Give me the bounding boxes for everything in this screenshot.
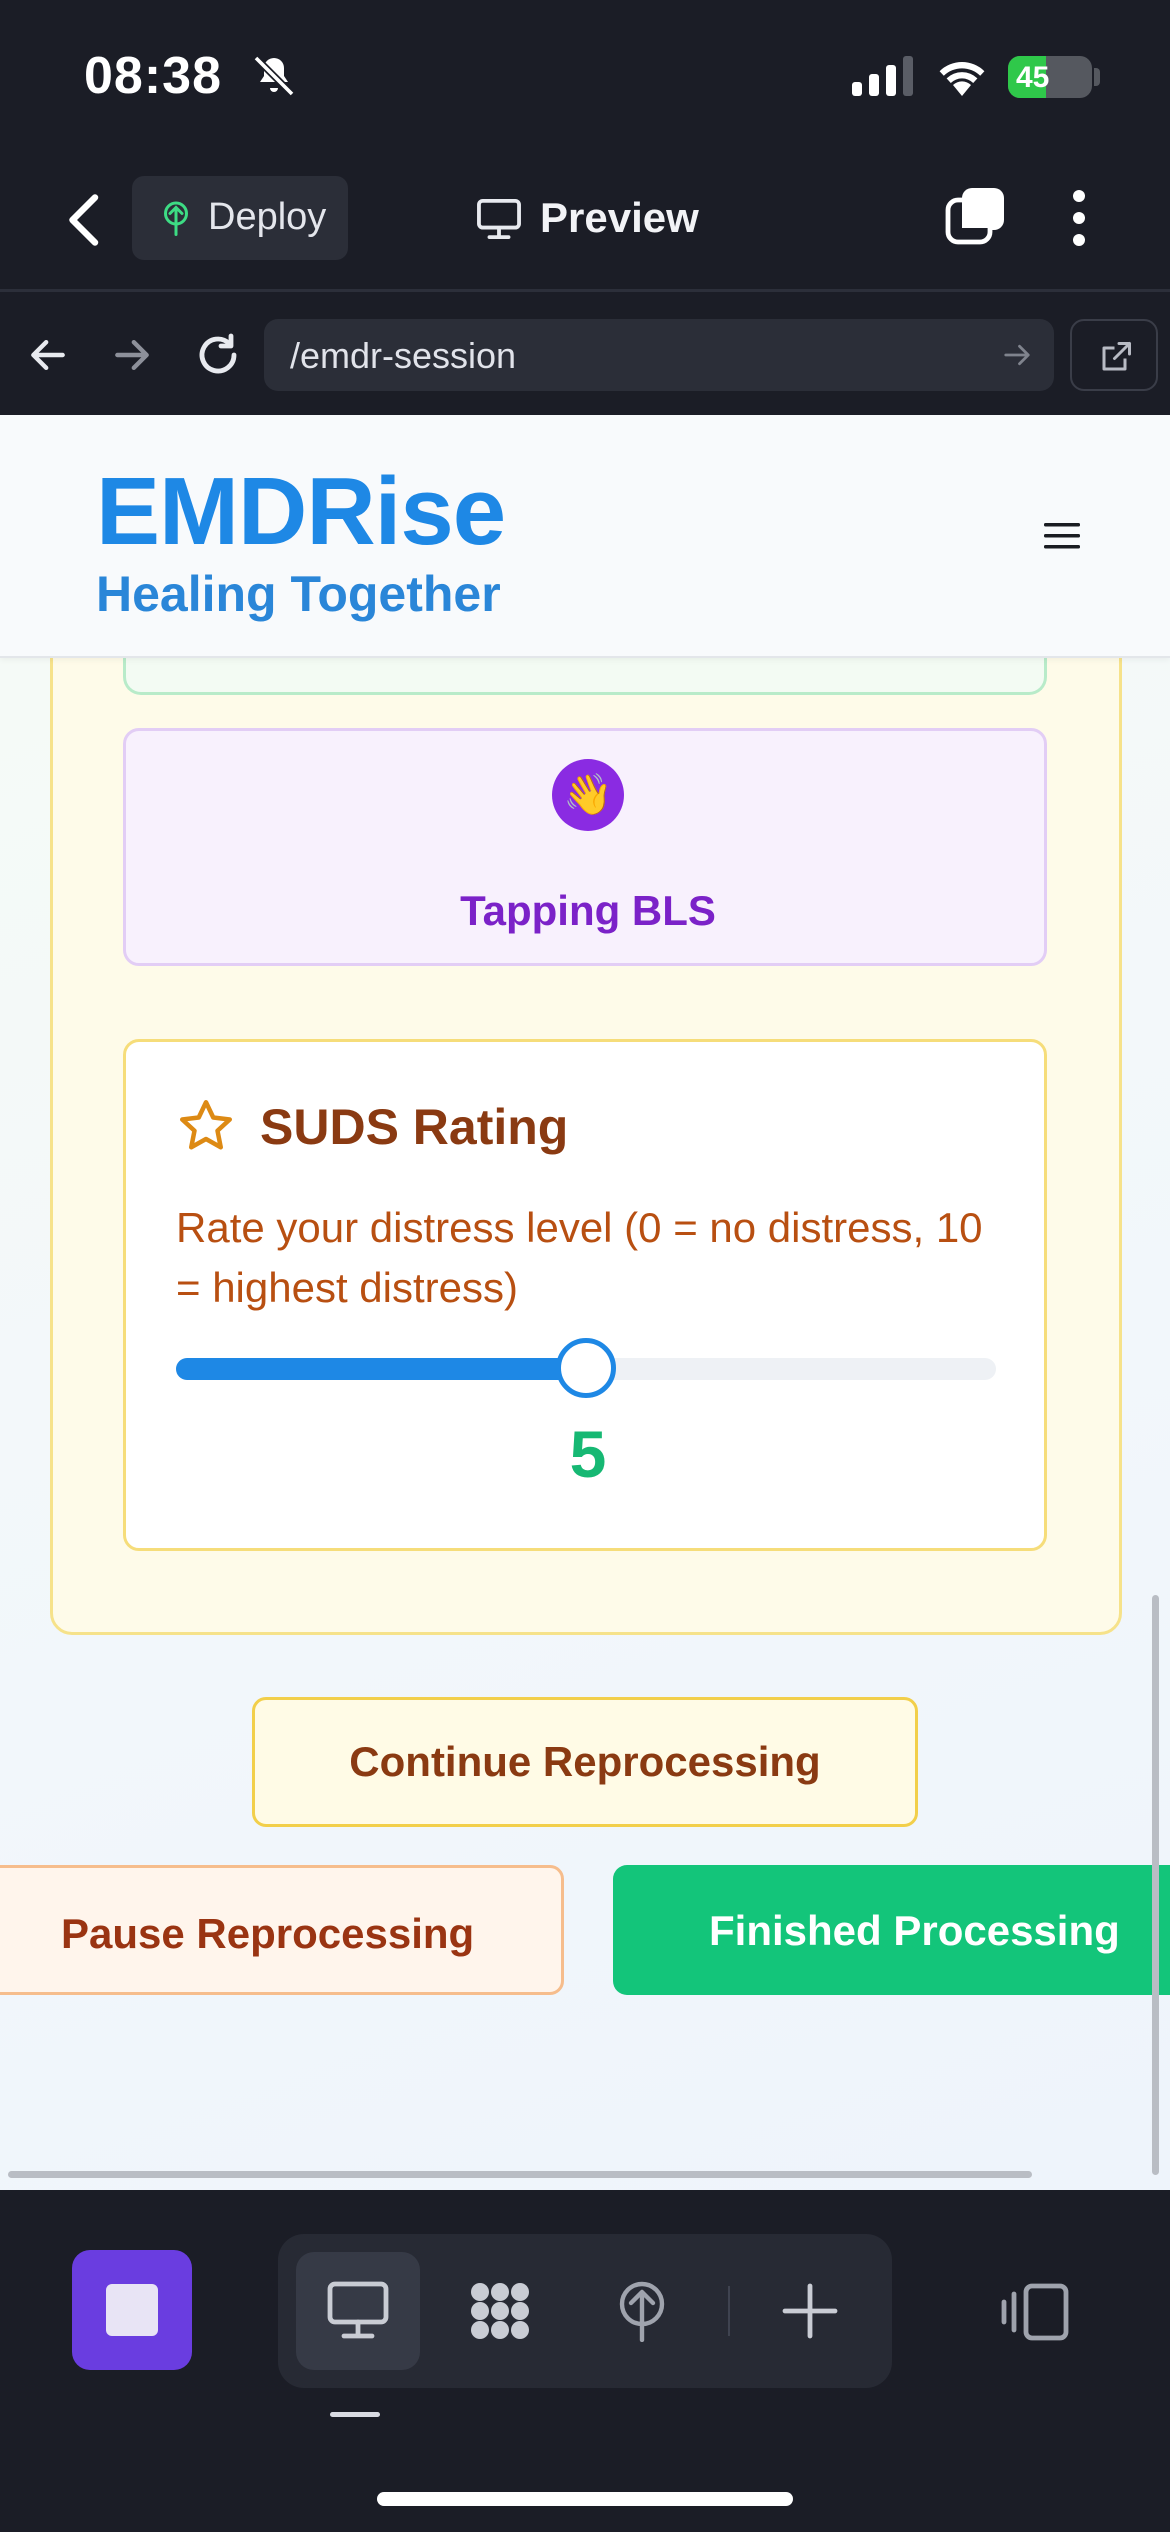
external-link-icon (1102, 342, 1131, 371)
deploy-icon (619, 2281, 665, 2342)
pause-reprocessing-button[interactable]: Pause Reprocessing (0, 1865, 564, 1995)
toolbar-separator (728, 2286, 730, 2336)
side-panel-icon[interactable] (1000, 2282, 1072, 2342)
active-tool-indicator (330, 2412, 380, 2417)
battery-tip (1094, 68, 1100, 86)
suds-description: Rate your distress level (0 = no distres… (176, 1204, 983, 1311)
continue-label: Continue Reprocessing (349, 1738, 821, 1785)
apps-grid-icon (471, 2283, 529, 2339)
suds-slider[interactable] (176, 1338, 996, 1398)
finished-processing-button[interactable]: Finished Processing (613, 1865, 1170, 1995)
suds-card: SUDS Rating Rate your distress level (0 … (123, 1039, 1047, 1551)
slider-thumb[interactable] (556, 1338, 616, 1398)
pause-icon (0, 1914, 7, 1948)
bls-label: Tapping BLS (460, 887, 716, 934)
battery-charging-icon: 45 (1008, 56, 1092, 98)
bell-slash-icon (253, 55, 295, 97)
battery-percent: 45 (1016, 61, 1050, 94)
deploy-label: Deploy (208, 196, 327, 238)
desktop-preview-tool[interactable] (296, 2252, 420, 2370)
plus-icon (782, 2283, 838, 2339)
bottom-toolbar (0, 2190, 1170, 2532)
apps-grid-tool[interactable] (438, 2252, 562, 2370)
monitor-icon (477, 198, 521, 240)
toolbar-tool-group (278, 2234, 892, 2388)
stop-icon (106, 2284, 158, 2336)
more-vertical-icon[interactable] (1064, 186, 1094, 250)
hand-wave-icon: 👋 (552, 759, 624, 831)
open-external-button[interactable] (1070, 319, 1158, 391)
tabs-icon[interactable] (944, 186, 1006, 248)
hamburger-menu-icon[interactable] (1044, 521, 1080, 551)
add-tool[interactable] (748, 2252, 872, 2370)
deploy-button[interactable]: Deploy (132, 176, 348, 260)
url-text: /emdr-session (290, 335, 517, 376)
horizontal-scrollbar[interactable] (8, 2171, 1032, 2178)
finished-label: Finished Processing (709, 1907, 1120, 1954)
web-content: 👋 Tapping BLS SUDS Rating Rate your dist… (0, 415, 1170, 2190)
deploy-icon (164, 201, 188, 236)
chevron-left-icon[interactable] (60, 190, 110, 250)
star-icon (180, 1100, 232, 1150)
status-time: 08:38 (84, 47, 222, 105)
bls-mode-card[interactable]: 👋 Tapping BLS (123, 728, 1047, 966)
app-top-bar: Deploy Preview (0, 150, 1170, 292)
suds-title: SUDS Rating (260, 1099, 569, 1155)
arrow-left-icon[interactable] (26, 333, 70, 377)
arrow-right-icon[interactable] (110, 333, 154, 377)
cellular-signal-icon (852, 56, 913, 96)
url-field[interactable]: /emdr-session (264, 319, 1054, 391)
status-bar: 08:38 45 (0, 0, 1170, 150)
wifi-icon (939, 62, 985, 96)
home-indicator[interactable] (377, 2492, 793, 2506)
desktop-preview-icon (327, 2281, 389, 2339)
suds-value: 5 (569, 1417, 607, 1491)
stop-button[interactable] (72, 2250, 192, 2370)
slider-fill (176, 1358, 586, 1380)
browser-url-bar: /emdr-session (0, 295, 1170, 415)
bls-emoji: 👋 (563, 773, 613, 817)
preview-label: Preview (540, 194, 699, 241)
site-brand[interactable]: EMDRise (96, 457, 506, 567)
site-tagline: Healing Together (96, 566, 501, 622)
go-arrow-icon[interactable] (1002, 341, 1032, 369)
reload-icon[interactable] (194, 331, 242, 379)
vertical-scrollbar[interactable] (1152, 1595, 1159, 2175)
site-header: EMDRise Healing Together (0, 415, 1170, 658)
deploy-tool[interactable] (580, 2252, 704, 2370)
continue-reprocessing-button[interactable]: Continue Reprocessing (252, 1697, 918, 1827)
pause-label: Pause Reprocessing (61, 1910, 475, 1957)
